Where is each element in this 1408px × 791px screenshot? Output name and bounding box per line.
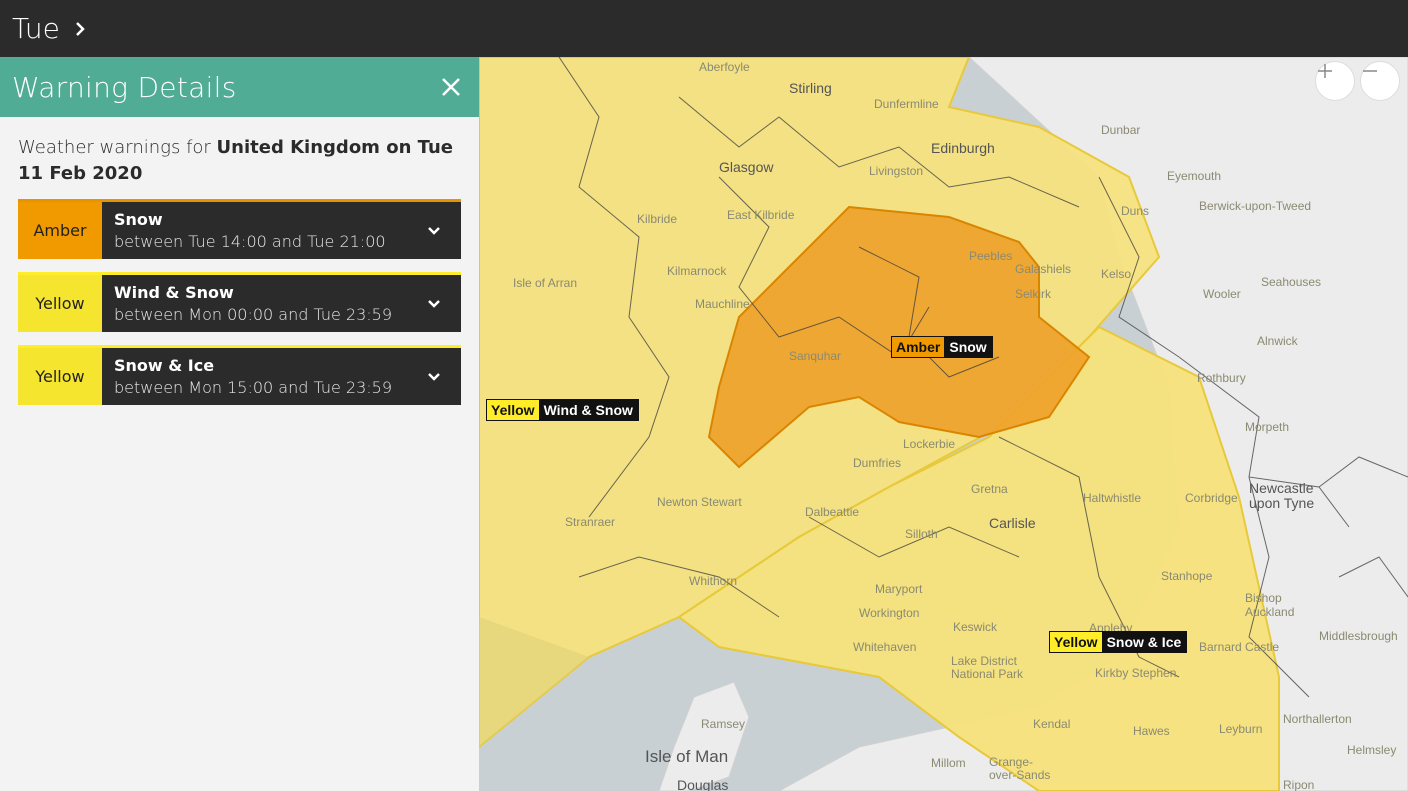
place-peebles: Peebles: [969, 249, 1013, 263]
place-kilmarnock: Kilmarnock: [667, 264, 727, 278]
minus-icon: [1363, 70, 1377, 72]
place-isle-of-arran: Isle of Arran: [513, 276, 578, 290]
place-dumfries: Dumfries: [853, 456, 902, 470]
warning-item-amber-snow[interactable]: Amber Snow between Tue 14:00 and Tue 21:…: [18, 199, 461, 259]
place-keswick: Keswick: [953, 620, 998, 634]
warning-level: Yellow: [18, 275, 102, 332]
warning-time: between Mon 15:00 and Tue 23:59: [114, 378, 392, 397]
place-carlisle: Carlisle: [989, 515, 1036, 531]
place-millom: Millom: [931, 756, 966, 770]
place-lake-district: Lake District National Park: [951, 654, 1024, 681]
place-isle-of-man: Isle of Man: [645, 747, 729, 766]
expand-chevron-icon[interactable]: [407, 348, 461, 405]
place-edinburgh: Edinburgh: [931, 140, 995, 156]
place-barnard-castle: Barnard Castle: [1199, 640, 1280, 654]
warning-type: Wind & Snow: [114, 283, 234, 302]
place-silloth: Silloth: [905, 527, 938, 541]
place-leyburn: Leyburn: [1219, 722, 1263, 736]
warning-item-yellow-snow-ice[interactable]: Yellow Snow & Ice between Mon 15:00 and …: [18, 345, 461, 405]
tag-type: Snow: [944, 337, 992, 357]
place-kendal: Kendal: [1033, 717, 1071, 731]
place-ripon: Ripon: [1283, 778, 1315, 791]
warning-map[interactable]: Aberfoyle Stirling Dunfermline Edinburgh…: [479, 57, 1408, 791]
place-corbridge: Corbridge: [1185, 491, 1238, 505]
place-rothbury: Rothbury: [1197, 371, 1246, 385]
place-seahouses: Seahouses: [1261, 275, 1322, 289]
place-kelso: Kelso: [1101, 267, 1132, 281]
place-douglas: Douglas: [677, 777, 729, 791]
place-duns: Duns: [1121, 204, 1150, 218]
place-aberfoyle: Aberfoyle: [699, 60, 750, 74]
tag-level: Yellow: [1050, 632, 1102, 652]
place-bishop-auckland: Bishop Auckland: [1245, 591, 1295, 619]
expand-chevron-icon[interactable]: [407, 202, 461, 259]
zoom-in-button[interactable]: [1315, 61, 1355, 101]
place-haltwhistle: Haltwhistle: [1083, 491, 1142, 505]
place-eyemouth: Eyemouth: [1167, 169, 1222, 183]
warning-item-yellow-wind-snow[interactable]: Yellow Wind & Snow between Mon 00:00 and…: [18, 272, 461, 332]
place-whithorn: Whithorn: [689, 574, 738, 588]
place-dunfermline: Dunfermline: [874, 97, 939, 111]
tag-type: Snow & Ice: [1101, 632, 1187, 652]
day-label: Tue: [12, 12, 60, 45]
top-bar: Tue: [0, 0, 1408, 57]
warning-details-panel: Warning Details Weather warnings for Uni…: [0, 57, 479, 791]
warnings-intro: Weather warnings for United Kingdom on T…: [0, 117, 479, 187]
close-icon[interactable]: [441, 77, 461, 97]
panel-header: Warning Details: [0, 57, 479, 117]
place-workington: Workington: [859, 606, 920, 620]
place-east-kilbride: East Kilbride: [727, 208, 795, 222]
warning-time: between Mon 00:00 and Tue 23:59: [114, 305, 392, 324]
place-morpeth: Morpeth: [1245, 420, 1290, 434]
place-alnwick: Alnwick: [1257, 334, 1298, 348]
place-lockerbie: Lockerbie: [903, 437, 956, 451]
place-maryport: Maryport: [875, 582, 923, 596]
place-hawes: Hawes: [1133, 724, 1170, 738]
plus-icon: [1318, 64, 1332, 78]
place-helmsley: Helmsley: [1347, 743, 1397, 757]
map-tag-yellow-snow-ice[interactable]: Yellow Snow & Ice: [1049, 631, 1188, 653]
place-berwick: Berwick-upon-Tweed: [1199, 199, 1312, 213]
warning-level: Yellow: [18, 348, 102, 405]
place-middlesbrough: Middlesbrough: [1319, 629, 1398, 643]
place-northallerton: Northallerton: [1283, 712, 1352, 726]
place-ramsey: Ramsey: [701, 717, 746, 731]
place-newcastle: Newcastle upon Tyne: [1249, 480, 1315, 511]
next-day-chevron-icon[interactable]: [74, 20, 86, 38]
map-tag-amber-snow[interactable]: Amber Snow: [891, 336, 993, 358]
place-kilbride: Kilbride: [637, 212, 678, 226]
place-livingston: Livingston: [869, 164, 924, 178]
place-dunbar: Dunbar: [1101, 123, 1141, 137]
place-sanquhar: Sanquhar: [789, 349, 842, 363]
warnings-list: Amber Snow between Tue 14:00 and Tue 21:…: [0, 199, 479, 405]
place-wooler: Wooler: [1203, 287, 1241, 301]
place-stanhope: Stanhope: [1161, 569, 1213, 583]
map-tag-yellow-wind-snow[interactable]: Yellow Wind & Snow: [486, 399, 639, 421]
place-mauchline: Mauchline: [695, 297, 750, 311]
place-glasgow: Glasgow: [719, 159, 774, 175]
place-grange: Grange-over-Sands: [989, 755, 1051, 782]
tag-level: Amber: [892, 337, 945, 357]
intro-prefix: Weather warnings for: [18, 137, 217, 158]
place-selkirk: Selkirk: [1015, 287, 1052, 301]
zoom-out-button[interactable]: [1360, 61, 1400, 101]
place-gretna: Gretna: [971, 482, 1008, 496]
tag-type: Wind & Snow: [538, 400, 638, 420]
expand-chevron-icon[interactable]: [407, 275, 461, 332]
warning-type: Snow & Ice: [114, 356, 215, 375]
panel-title: Warning Details: [12, 70, 237, 104]
place-newton-stewart: Newton Stewart: [657, 495, 742, 509]
tag-level: Yellow: [487, 400, 539, 420]
warning-type: Snow: [114, 210, 163, 229]
place-stirling: Stirling: [789, 80, 832, 96]
warning-time: between Tue 14:00 and Tue 21:00: [114, 232, 386, 251]
place-galashiels: Galashiels: [1015, 262, 1072, 276]
warning-level: Amber: [18, 202, 102, 259]
place-stranraer: Stranraer: [565, 515, 616, 529]
place-dalbeattie: Dalbeattie: [805, 505, 860, 519]
place-whitehaven: Whitehaven: [853, 640, 917, 654]
place-kirkby-stephen: Kirkby Stephen: [1095, 666, 1177, 680]
